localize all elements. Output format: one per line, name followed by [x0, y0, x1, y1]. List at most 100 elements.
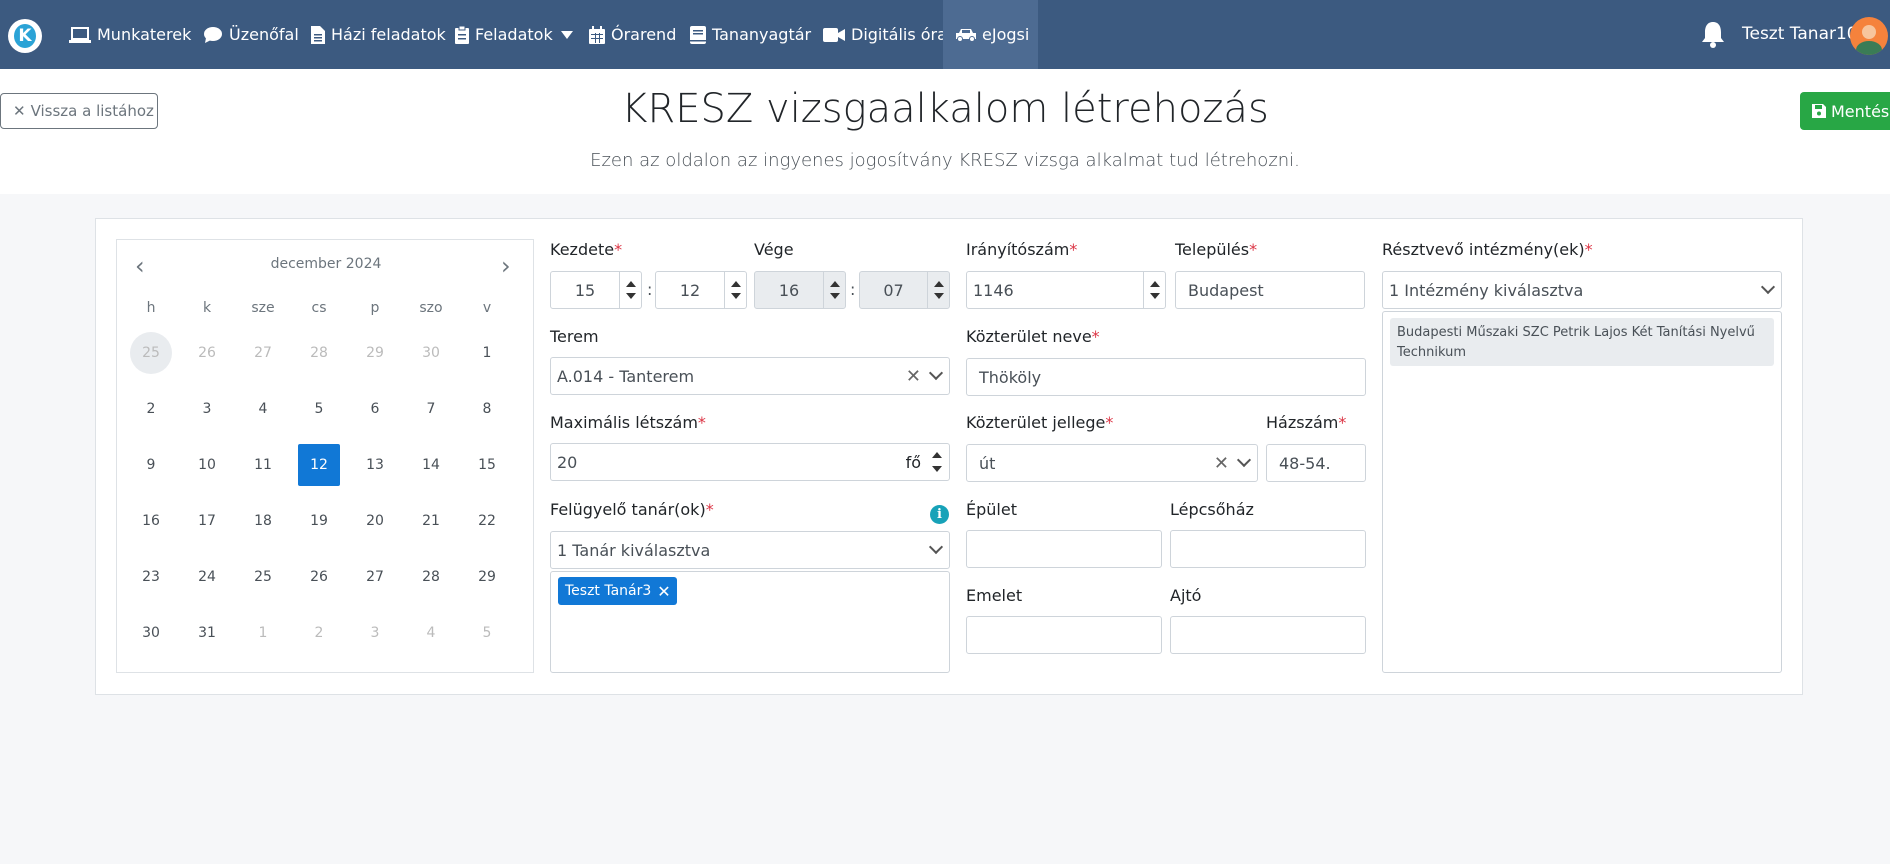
start-hour-input[interactable]: 15	[550, 271, 642, 309]
nav-item-ejogsi[interactable]: eJogsi	[943, 0, 1038, 69]
start-minute-input[interactable]: 12	[655, 271, 747, 309]
max-headcount-input[interactable]: 20 fő	[550, 443, 950, 481]
info-icon[interactable]: i	[930, 505, 949, 524]
calendar-day[interactable]: 15	[466, 444, 508, 486]
house-number-input[interactable]: 48-54.	[1266, 444, 1366, 482]
app-logo-icon[interactable]	[8, 19, 42, 53]
nav-item-munkaterek[interactable]: Munkaterek	[69, 0, 191, 69]
nav-item-hazi-feladatok[interactable]: Házi feladatok	[311, 0, 446, 69]
calendar-day[interactable]: 9	[130, 444, 172, 486]
floor-input[interactable]	[966, 616, 1162, 654]
calendar-day[interactable]: 3	[186, 388, 228, 430]
calendar-day[interactable]: 8	[466, 388, 508, 430]
calendar-day[interactable]: 19	[298, 500, 340, 542]
remove-chip-icon[interactable]: ✕	[657, 582, 670, 601]
room-select[interactable]: A.014 - Tanterem ✕	[550, 357, 950, 395]
floor-label: Emelet	[966, 586, 1023, 605]
chevron-right-icon[interactable]: ›	[501, 252, 511, 280]
calendar-day[interactable]: 2	[298, 612, 340, 654]
calendar-day[interactable]: 2	[130, 388, 172, 430]
nav-item-orarend[interactable]: Órarend	[589, 0, 676, 69]
calendar-day[interactable]: 5	[298, 388, 340, 430]
calendar-day[interactable]: 4	[242, 388, 284, 430]
calendar-day[interactable]: 30	[410, 332, 452, 374]
nav-item-digitalis-ora[interactable]: Digitális óra	[823, 0, 947, 69]
weekday-header: p	[370, 300, 380, 316]
nav-label: Tananyagtár	[712, 25, 812, 44]
calendar-day[interactable]: 23	[130, 556, 172, 598]
chevron-down-icon[interactable]	[928, 365, 944, 381]
nav-item-feladatok[interactable]: Feladatok	[455, 0, 579, 69]
avatar[interactable]	[1850, 17, 1888, 55]
city-input[interactable]: Budapest	[1175, 271, 1365, 309]
calendar-day[interactable]: 26	[298, 556, 340, 598]
door-label: Ajtó	[1170, 586, 1202, 605]
spinner-icon[interactable]	[1143, 272, 1165, 308]
calendar-day[interactable]: 4	[410, 612, 452, 654]
calendar-day[interactable]: 1	[466, 332, 508, 374]
calendar-day[interactable]: 27	[242, 332, 284, 374]
street-type-select[interactable]: út ✕	[966, 444, 1258, 482]
institution-item[interactable]: Budapesti Műszaki SZC Petrik Lajos Két T…	[1390, 318, 1774, 366]
clear-icon[interactable]: ✕	[1214, 453, 1229, 474]
chevron-down-icon[interactable]	[928, 539, 944, 555]
chat-bubble-icon	[204, 26, 222, 43]
calendar-day[interactable]: 10	[186, 444, 228, 486]
institution-label: Résztvevő intézmény(ek)*	[1382, 240, 1593, 259]
calendar-day[interactable]: 26	[186, 332, 228, 374]
user-name[interactable]: Teszt Tanar10	[1742, 24, 1858, 44]
street-input[interactable]: Thököly	[966, 358, 1366, 396]
spinner-icon	[927, 272, 949, 308]
calendar-day[interactable]: 17	[186, 500, 228, 542]
calendar-day[interactable]: 29	[354, 332, 396, 374]
calendar-day[interactable]: 28	[410, 556, 452, 598]
calendar-day[interactable]: 22	[466, 500, 508, 542]
clear-icon[interactable]: ✕	[906, 366, 921, 387]
supervisor-select[interactable]: 1 Tanár kiválasztva	[550, 531, 950, 569]
nav-item-uzenofal[interactable]: Üzenőfal	[203, 0, 299, 69]
calendar-day[interactable]: 16	[130, 500, 172, 542]
spinner-icon[interactable]	[619, 272, 641, 308]
save-button[interactable]: Mentés	[1800, 92, 1890, 130]
calendar-day[interactable]: 1	[242, 612, 284, 654]
calendar-day[interactable]: 28	[298, 332, 340, 374]
chevron-down-icon[interactable]	[1760, 279, 1776, 295]
door-input[interactable]	[1170, 616, 1366, 654]
calendar-day[interactable]: 5	[466, 612, 508, 654]
calendar-day[interactable]: 18	[242, 500, 284, 542]
calendar-day[interactable]: 11	[242, 444, 284, 486]
book-icon	[690, 25, 706, 44]
calendar-day[interactable]: 12	[298, 444, 340, 486]
nav-label: Feladatok	[475, 25, 553, 44]
building-input[interactable]	[966, 530, 1162, 568]
calendar-day[interactable]: 21	[410, 500, 452, 542]
nav-label: eJogsi	[982, 25, 1030, 44]
calendar-day[interactable]: 14	[410, 444, 452, 486]
nav-item-tananyagtar[interactable]: Tananyagtár	[690, 0, 811, 69]
calendar-day[interactable]: 7	[410, 388, 452, 430]
chevron-down-icon[interactable]	[1236, 452, 1252, 468]
zip-input[interactable]: 1146	[966, 271, 1166, 309]
calendar-day[interactable]: 20	[354, 500, 396, 542]
staircase-label: Lépcsőház	[1170, 500, 1254, 519]
street-label: Közterület neve*	[966, 327, 1100, 346]
spinner-icon[interactable]	[931, 444, 943, 480]
calendar-day[interactable]: 13	[354, 444, 396, 486]
bell-icon[interactable]	[1700, 20, 1726, 48]
laptop-icon	[69, 26, 91, 43]
institution-select[interactable]: 1 Intézmény kiválasztva	[1382, 271, 1782, 309]
staircase-input[interactable]	[1170, 530, 1366, 568]
calendar-day[interactable]: 24	[186, 556, 228, 598]
calendar-day[interactable]: 27	[354, 556, 396, 598]
calendar-day[interactable]: 29	[466, 556, 508, 598]
calendar-day[interactable]: 31	[186, 612, 228, 654]
nav-label: Órarend	[611, 25, 677, 44]
calendar-day[interactable]: 25	[242, 556, 284, 598]
calendar-day[interactable]: 6	[354, 388, 396, 430]
end-minute-input: 07	[859, 271, 950, 309]
calendar-day[interactable]: 3	[354, 612, 396, 654]
spinner-icon[interactable]	[724, 272, 746, 308]
time-separator: :	[647, 280, 653, 299]
calendar-day[interactable]: 30	[130, 612, 172, 654]
calendar-day[interactable]: 25	[130, 332, 172, 374]
